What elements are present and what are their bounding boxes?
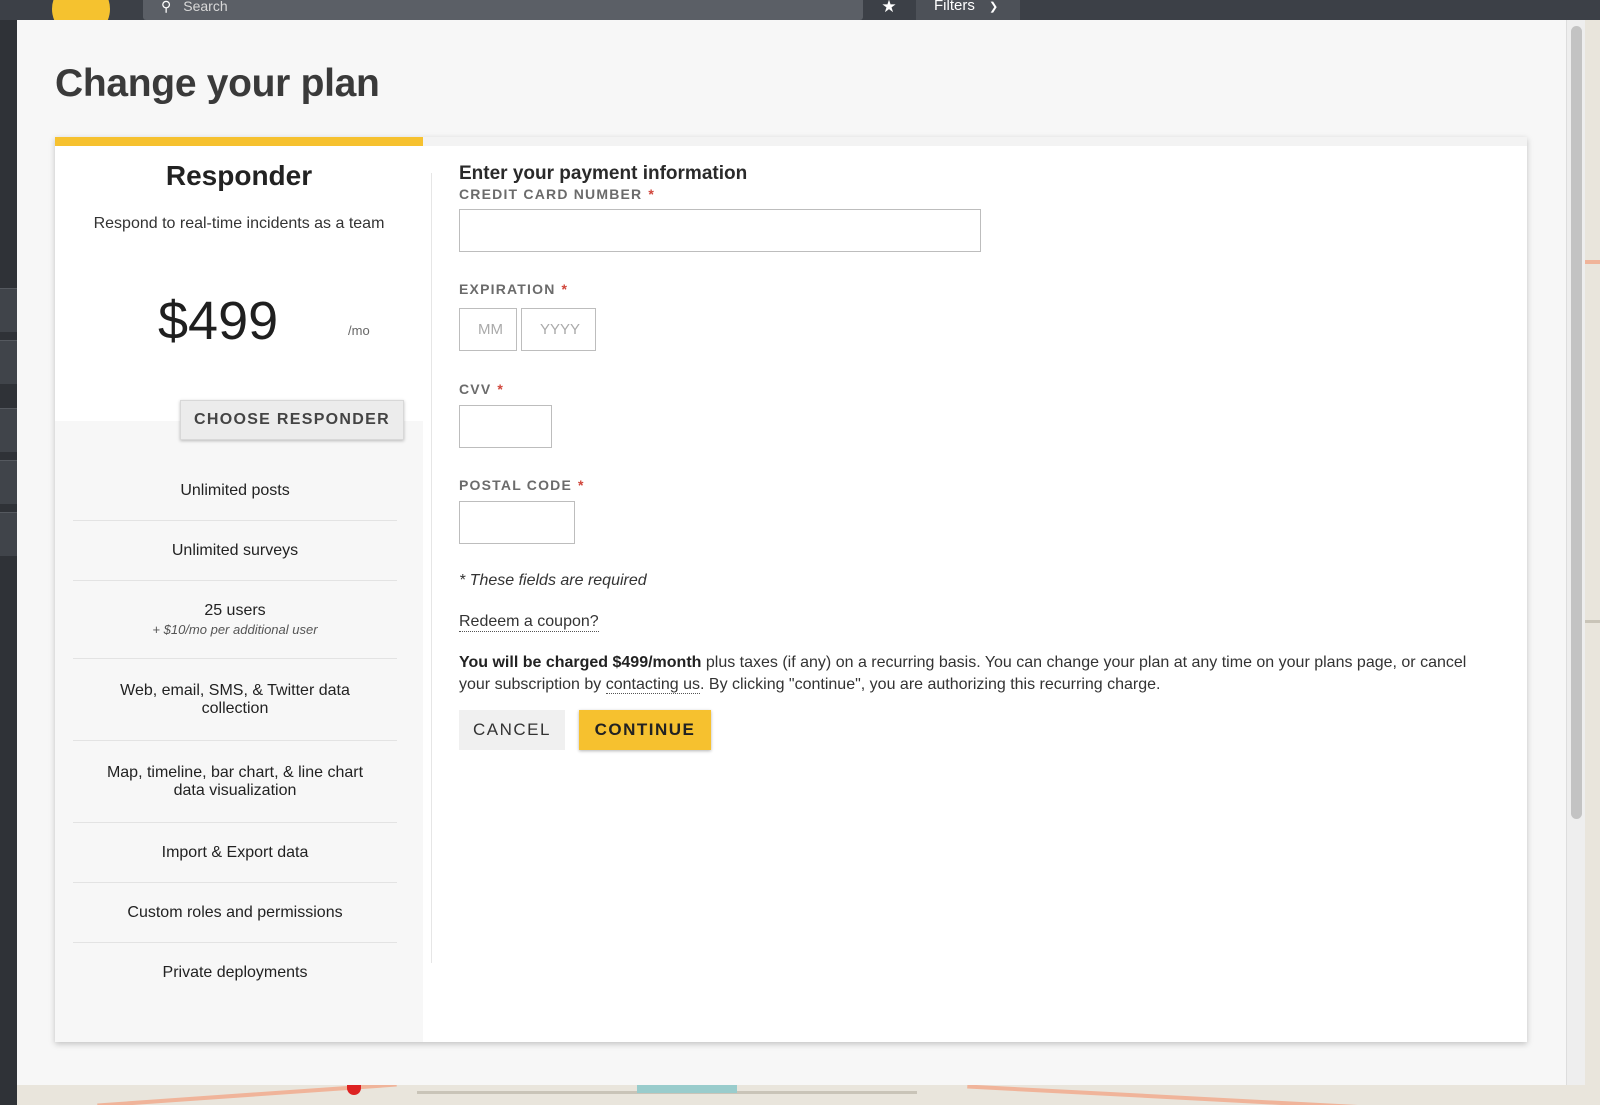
background-map-edge [1585,20,1600,1105]
credit-card-label-text: CREDIT CARD NUMBER [459,186,643,202]
search-icon: ⚲ [161,0,172,14]
plan-summary: Responder Respond to real-time incidents… [55,146,423,1042]
filters-button[interactable]: Filters ❯ [916,0,1020,20]
postal-code-label-text: POSTAL CODE [459,477,573,493]
search-bar[interactable]: ⚲ Search [143,0,863,20]
feature-item: Import & Export data [73,823,397,883]
choose-responder-button[interactable]: CHOOSE RESPONDER [180,400,404,440]
card-top-border [423,137,1527,146]
cvv-label-text: CVV [459,381,492,397]
expiration-year-input[interactable] [521,308,596,351]
map-road [1585,260,1600,264]
left-rail [0,20,17,1105]
required-marker: * [578,477,585,493]
payment-form-title: Enter your payment information [459,163,748,184]
rail-item[interactable] [0,512,17,556]
feature-item: Map, timeline, bar chart, & line chart d… [73,741,397,823]
chevron-down-icon: ❯ [989,1,999,13]
feature-item: Unlimited posts [73,461,397,521]
scrollbar-thumb[interactable] [1571,26,1582,819]
plan-card: Responder Respond to real-time incidents… [55,137,1527,1042]
rail-item[interactable] [0,340,17,384]
cvv-input[interactable] [459,405,552,448]
postal-code-input[interactable] [459,501,575,544]
star-icon[interactable]: ★ [866,0,912,20]
expiration-label: EXPIRATION * [459,281,568,297]
feature-text: Import & Export data [161,843,309,861]
feature-text: Unlimited posts [180,481,290,499]
plan-features: Unlimited posts Unlimited surveys 25 use… [55,421,423,1042]
feature-item: Custom roles and permissions [73,883,397,943]
page-title: Change your plan [55,62,380,105]
feature-item: 25 users + $10/mo per additional user [73,581,397,659]
charge-text-end: . By clicking "continue", you are author… [700,676,1161,693]
feature-item: Private deployments [73,943,397,1003]
map-road [967,1085,1367,1105]
required-fields-note: * These fields are required [459,572,647,589]
plan-header: Responder Respond to real-time incidents… [55,146,423,421]
feature-item: Unlimited surveys [73,521,397,581]
column-divider [431,173,432,963]
expiration-month-input[interactable] [459,308,517,351]
filters-label: Filters [934,0,975,14]
feature-text: 25 users [204,602,266,619]
cvv-label: CVV * [459,381,504,397]
contact-us-link[interactable]: contacting us [605,676,701,694]
feature-item: Web, email, SMS, & Twitter data collecti… [73,659,397,741]
search-label: Search [183,0,228,14]
plan-price-unit: /mo [348,323,370,338]
postal-code-label: POSTAL CODE * [459,477,585,493]
plan-price: $499 [158,291,279,351]
feature-text: Web, email, SMS, & Twitter data collecti… [120,681,350,717]
map-pin-icon[interactable] [347,1085,361,1095]
plan-name: Responder [165,160,313,191]
required-marker: * [561,281,569,297]
modal-scrollbar[interactable] [1566,20,1585,1085]
charge-notice: You will be charged $499/month plus taxe… [459,652,1469,696]
required-marker: * [497,381,505,397]
payment-form: Enter your payment information CREDIT CA… [459,146,1519,1026]
charge-amount: You will be charged $499/month [459,654,702,671]
feature-list: Unlimited posts Unlimited surveys 25 use… [73,461,397,1003]
feature-subtext: + $10/mo per additional user [152,622,318,637]
plan-description: Respond to real-time incidents as a team [93,215,385,232]
credit-card-number-input[interactable] [459,209,981,252]
map-river [637,1085,737,1093]
background-map [17,1085,1600,1105]
feature-text: Unlimited surveys [171,541,299,559]
required-marker: * [648,186,656,202]
feature-text: Map, timeline, bar chart, & line chart d… [106,763,364,799]
plan-accent-bar [55,137,423,146]
rail-item[interactable] [0,460,17,504]
feature-text: Custom roles and permissions [127,903,343,921]
cancel-button[interactable]: CANCEL [459,710,565,750]
credit-card-label: CREDIT CARD NUMBER * [459,186,655,202]
redeem-coupon-link[interactable]: Redeem a coupon? [459,613,599,632]
rail-item[interactable] [0,288,17,332]
map-road [1585,620,1600,623]
feature-text: Private deployments [162,964,308,981]
app-topbar: ⚲ Search ★ Filters ❯ [0,0,1600,38]
continue-button[interactable]: CONTINUE [579,710,711,750]
change-plan-modal: Change your plan Responder Respond to re… [17,20,1569,1085]
expiration-label-text: EXPIRATION [459,281,556,297]
rail-item[interactable] [0,408,17,452]
